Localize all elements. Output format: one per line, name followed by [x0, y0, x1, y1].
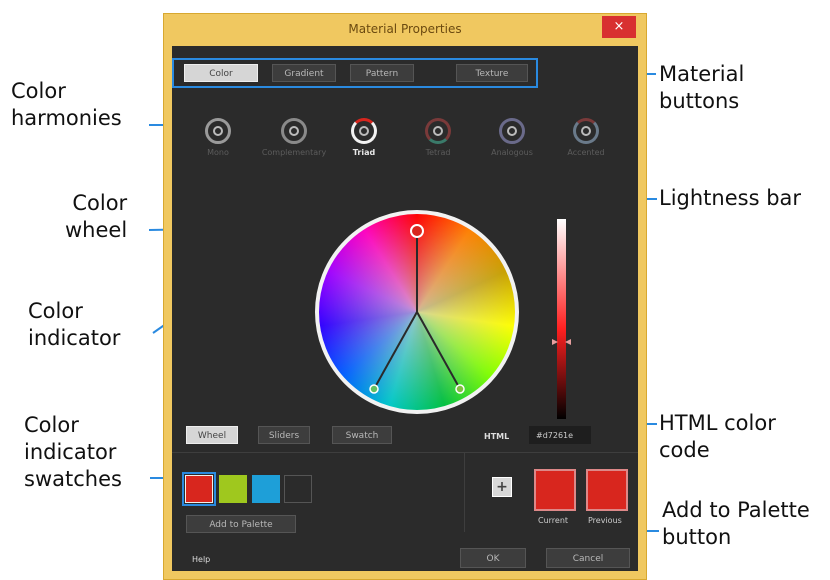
tetrad-icon [425, 118, 451, 144]
tab-pattern[interactable]: Pattern [350, 64, 414, 82]
harmony-complementary[interactable]: Complementary [254, 118, 334, 157]
harmony-label: Analogous [491, 148, 533, 157]
analogous-icon [499, 118, 525, 144]
previous-color-preview[interactable] [586, 469, 628, 511]
harmony-triad[interactable]: Triad [324, 118, 404, 157]
add-to-palette-button[interactable]: + [492, 477, 512, 497]
plus-icon: + [496, 479, 508, 495]
callout-color-indicator: Color indicator [28, 299, 121, 350]
callout-color-wheel: Color wheel [65, 191, 128, 242]
callout-material-buttons: Material buttons [659, 62, 745, 113]
window-title: Material Properties [348, 22, 462, 36]
tab-color[interactable]: Color [184, 64, 258, 82]
ok-button[interactable]: OK [460, 548, 526, 568]
harmony-mono[interactable]: Mono [178, 118, 258, 157]
harmony-label: Triad [352, 148, 376, 157]
accented-icon [573, 118, 599, 144]
harmony-accented[interactable]: Accented [546, 118, 626, 157]
html-code-value: #d7261e [536, 431, 574, 440]
triad-icon [351, 118, 377, 144]
indicator-swatch-3[interactable] [252, 475, 280, 503]
triad-handle-secondary[interactable] [369, 384, 379, 394]
harmony-label: Accented [567, 148, 605, 157]
cancel-button[interactable]: Cancel [546, 548, 630, 568]
help-link[interactable]: Help [192, 555, 210, 564]
tab-sliders[interactable]: Sliders [258, 426, 310, 444]
divider-vertical [464, 452, 465, 532]
callout-html-color-code: HTML color code [659, 411, 776, 462]
callout-add-to-palette: Add to Palette button [662, 498, 810, 549]
current-label: Current [538, 516, 569, 525]
tab-texture[interactable]: Texture [456, 64, 528, 82]
callout-color-indicator-swatches: Color indicator swatches [24, 413, 122, 491]
previous-label: Previous [588, 516, 622, 525]
indicator-swatch-2[interactable] [219, 475, 247, 503]
harmony-tetrad[interactable]: Tetrad [398, 118, 478, 157]
indicator-swatch-4[interactable] [284, 475, 312, 503]
complementary-icon [281, 118, 307, 144]
dialog-content: Color Gradient Pattern Texture Mono Comp… [172, 46, 638, 571]
color-wheel[interactable] [314, 209, 520, 415]
material-properties-dialog: Material Properties × Color Gradient Pat… [163, 13, 647, 580]
indicator-swatch-1[interactable] [185, 475, 213, 503]
lightness-bar[interactable] [557, 219, 566, 419]
tab-swatch[interactable]: Swatch [332, 426, 392, 444]
color-wheel-graphic [315, 210, 519, 414]
close-button[interactable]: × [602, 16, 636, 38]
tab-gradient[interactable]: Gradient [272, 64, 336, 82]
html-code-label: HTML [484, 432, 510, 441]
lightness-handle[interactable] [552, 339, 571, 345]
add-to-palette-text-button[interactable]: Add to Palette [186, 515, 296, 533]
harmony-label: Tetrad [425, 148, 451, 157]
callout-color-harmonies: Color harmonies [11, 79, 122, 130]
current-color-preview [534, 469, 576, 511]
callout-lightness-bar: Lightness bar [659, 186, 802, 210]
triad-handle-tertiary[interactable] [455, 384, 465, 394]
harmony-label: Complementary [261, 148, 327, 157]
color-indicator-handle[interactable] [410, 224, 424, 238]
html-code-field[interactable]: #d7261e [529, 426, 591, 444]
title-bar: Material Properties × [164, 14, 646, 46]
tab-wheel[interactable]: Wheel [186, 426, 238, 444]
harmony-label: Mono [207, 148, 229, 157]
mono-icon [205, 118, 231, 144]
harmony-analogous[interactable]: Analogous [472, 118, 552, 157]
divider [172, 452, 638, 453]
